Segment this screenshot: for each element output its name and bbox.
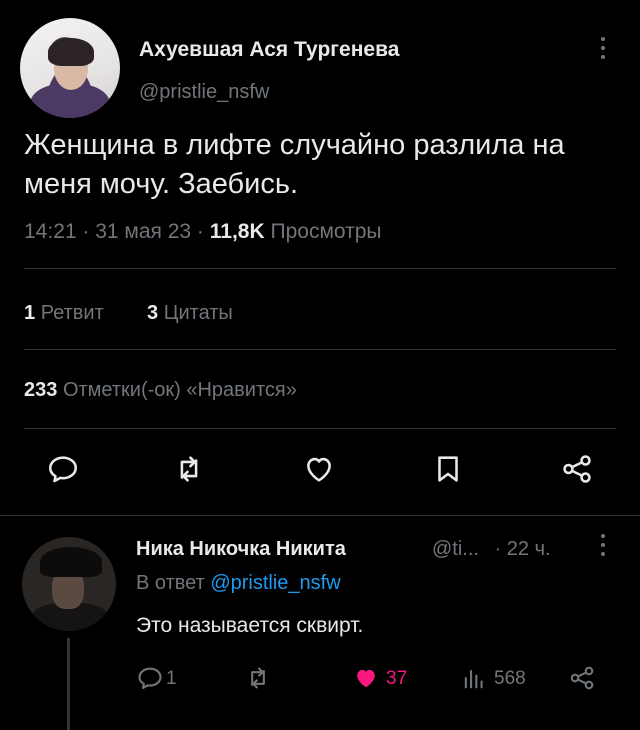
share-icon[interactable]	[560, 452, 594, 486]
retweets-count: 1	[24, 302, 36, 324]
quotes-stat[interactable]: 3 Цитаты	[147, 302, 233, 325]
thread-line	[67, 638, 70, 730]
reply-to-handle[interactable]: @pristlie_nsfw	[210, 572, 340, 594]
retweets-stat[interactable]: 1 Ретвит	[24, 302, 104, 325]
reply-replies-count: 1	[166, 668, 177, 689]
divider	[24, 428, 616, 429]
tweet-text: Женщина в лифте случайно разлила на меня…	[24, 129, 565, 200]
reply-to-line: В ответ @pristlie_nsfw	[136, 572, 341, 595]
likes-count: 233	[24, 379, 58, 401]
reply-author-handle: @ti... · 22 ч.	[432, 538, 551, 561]
quotes-count: 3	[147, 302, 159, 324]
reply-views-icon[interactable]	[460, 664, 488, 692]
author-avatar[interactable]	[20, 18, 120, 118]
likes-label: Отметки(-ок) «Нравится»	[62, 379, 297, 401]
divider	[24, 349, 616, 350]
reply-to-prefix: В ответ	[136, 572, 205, 594]
retweet-icon[interactable]	[172, 452, 206, 486]
reply-views-count: 568	[494, 668, 526, 689]
more-options-icon[interactable]	[601, 37, 605, 61]
views-label: Просмотры	[270, 220, 382, 243]
like-icon[interactable]	[302, 452, 336, 486]
retweets-label: Ретвит	[40, 302, 104, 324]
reply-more-options-icon[interactable]	[601, 534, 605, 558]
quotes-label: Цитаты	[163, 302, 233, 324]
divider	[24, 268, 616, 269]
reply-icon[interactable]	[46, 452, 80, 486]
reply-likes-count: 37	[386, 668, 408, 689]
reply-time[interactable]: · 22 ч.	[495, 538, 551, 560]
reply-author-name[interactable]: Ника Никочка Никита	[136, 538, 346, 561]
reply-author-handle-text[interactable]: @ti...	[432, 538, 479, 560]
tweet-meta: 14:21 · 31 мая 23 · 11,8K Просмотры	[24, 220, 382, 244]
reply-text: Это называется сквирт.	[136, 614, 364, 637]
author-handle[interactable]: @pristlie_nsfw	[139, 81, 269, 104]
reply-retweet-icon[interactable]	[244, 664, 272, 692]
author-name[interactable]: Ахуевшая Ася Тургенева	[139, 38, 399, 62]
reply-reply-icon[interactable]	[136, 664, 164, 692]
reply-share-icon[interactable]	[568, 664, 596, 692]
tweet-timestamp[interactable]: 14:21 · 31 мая 23 ·	[24, 220, 204, 243]
likes-stat[interactable]: 233 Отметки(-ок) «Нравится»	[24, 379, 297, 402]
divider	[0, 515, 640, 516]
reply-like-icon[interactable]	[352, 664, 380, 692]
bookmark-icon[interactable]	[431, 452, 465, 486]
reply-author-avatar[interactable]	[22, 537, 116, 631]
views-count: 11,8K	[209, 220, 265, 243]
